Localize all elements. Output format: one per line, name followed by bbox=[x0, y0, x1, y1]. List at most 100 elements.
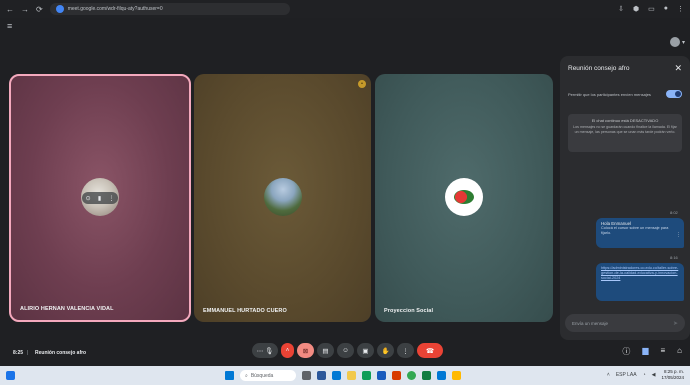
tile-hover-controls: ⊙ ▮ ⋮ bbox=[82, 192, 118, 204]
hamburger-menu-icon[interactable]: ≡ bbox=[7, 21, 12, 31]
excel-icon[interactable] bbox=[422, 371, 431, 380]
chat-panel-title: Reunión consejo afro bbox=[568, 65, 630, 72]
meeting-separator: | bbox=[27, 350, 29, 356]
chat-message[interactable]: https://administradores.co.edu.co/taller… bbox=[596, 263, 684, 301]
taskbar-search-label: Búsqueda bbox=[250, 372, 274, 379]
raise-hand-button[interactable]: ✋ bbox=[377, 343, 394, 358]
taskbar-search[interactable]: ⌕ Búsqueda bbox=[240, 370, 296, 381]
message-time: 8:16 bbox=[670, 255, 678, 260]
side-controls: ⓘ ▆ ≡ ⌂ bbox=[622, 346, 682, 357]
meeting-time: 8:25 bbox=[13, 350, 24, 356]
video-stage: ⊙ ▮ ⋮ ALIRIO HERNAN VALENCIA VIDAL • EMM… bbox=[0, 74, 560, 322]
allow-messages-row: Permitir que los participantes envíen me… bbox=[568, 90, 682, 98]
info-icon[interactable]: ⓘ bbox=[622, 346, 630, 357]
address-bar[interactable]: meet.google.com/wdr-filqu-aty?authuser=0 bbox=[49, 3, 290, 15]
kebab-menu-icon[interactable]: ⋮ bbox=[677, 5, 684, 13]
search-icon: ⌕ bbox=[245, 372, 248, 379]
wifi-icon[interactable]: ◔ bbox=[643, 372, 646, 378]
site-favicon-icon bbox=[55, 5, 64, 13]
edge-icon[interactable] bbox=[332, 371, 341, 380]
camera-options-button[interactable]: ˄ bbox=[281, 343, 294, 358]
meeting-name: Reunión consejo afro bbox=[35, 350, 87, 356]
widgets-icon[interactable] bbox=[6, 371, 15, 380]
camera-off-icon: ⊠ bbox=[302, 347, 309, 355]
microphone-button[interactable]: ⋯ 🎙 bbox=[252, 343, 278, 358]
allow-messages-label: Permitir que los participantes envíen me… bbox=[568, 91, 651, 97]
forward-icon[interactable]: → bbox=[21, 5, 29, 14]
chat-input[interactable]: Envía un mensaje ➤ bbox=[565, 314, 685, 332]
volume-icon[interactable]: ◀ bbox=[652, 372, 656, 378]
phone-hangup-icon: ☎ bbox=[425, 347, 435, 355]
sidepanel-icon[interactable]: ▭ bbox=[648, 5, 655, 13]
organization-logo bbox=[454, 190, 474, 204]
mute-icon[interactable]: ▮ bbox=[98, 195, 101, 202]
system-tray: ˄ ESP LAA ◔ ◀ 8:25 p. m. 17/05/2024 bbox=[607, 369, 684, 381]
chat-info-box: El chat continuo está DESACTIVADO Los me… bbox=[568, 114, 682, 152]
taskbar-apps: ⌕ Búsqueda bbox=[225, 370, 461, 381]
participant-tile[interactable]: ⊙ ▮ ⋮ ALIRIO HERNAN VALENCIA VIDAL bbox=[9, 74, 191, 322]
browser-extensions: ⇩ ⬢ ▭ ● ⋮ bbox=[618, 5, 684, 13]
puzzle-icon[interactable]: ⬢ bbox=[633, 5, 639, 13]
chat-icon[interactable]: ▆ bbox=[642, 346, 648, 357]
activities-icon[interactable]: ≡ bbox=[660, 346, 665, 357]
message-text: Colocá el cursor sobre un mensaje para f… bbox=[601, 226, 669, 235]
store-icon[interactable] bbox=[362, 371, 371, 380]
close-icon[interactable]: ✕ bbox=[674, 63, 682, 74]
profile-icon[interactable]: ● bbox=[664, 5, 668, 13]
send-icon[interactable]: ➤ bbox=[673, 320, 678, 327]
chat-message[interactable]: Hola Enmanuel Colocá el cursor sobre un … bbox=[596, 218, 684, 248]
emoji-icon: ☺ bbox=[342, 347, 349, 354]
present-icon: ▣ bbox=[362, 347, 369, 355]
participant-avatar bbox=[263, 178, 302, 216]
chevron-up-icon: ˄ bbox=[285, 347, 290, 354]
call-controls: ⋯ 🎙 ˄ ⊠ ▤ ☺ ▣ ✋ ⋮ ☎ bbox=[252, 343, 443, 358]
microphone-icon: ⋯ 🎙 bbox=[256, 347, 274, 355]
message-link[interactable]: https://administradores.co.edu.co/taller… bbox=[601, 266, 679, 282]
outlook-icon[interactable] bbox=[437, 371, 446, 380]
taskbar-clock[interactable]: 8:25 p. m. 17/05/2024 bbox=[661, 369, 684, 381]
camera-button[interactable]: ⊠ bbox=[297, 343, 314, 358]
participant-name: EMMANUEL HURTADO CUERO bbox=[203, 308, 287, 314]
clock-date: 17/05/2024 bbox=[661, 375, 684, 380]
back-icon[interactable]: ← bbox=[6, 5, 14, 14]
account-avatar bbox=[669, 37, 680, 47]
download-icon[interactable]: ⇩ bbox=[618, 5, 624, 13]
reactions-button[interactable]: ☺ bbox=[337, 343, 354, 358]
reload-icon[interactable]: ⟳ bbox=[36, 5, 43, 14]
os-taskbar: ⌕ Búsqueda ˄ ESP LAA ◔ ◀ 8:25 p. m. 17/0… bbox=[0, 366, 690, 385]
more-icon[interactable]: ⋮ bbox=[108, 195, 114, 202]
host-controls-icon[interactable]: ⌂ bbox=[677, 346, 682, 357]
chat-info-body: Los mensajes no se guardarán cuando fina… bbox=[573, 125, 677, 134]
speaking-indicator-icon: • bbox=[358, 80, 366, 88]
pin-icon[interactable]: ⊙ bbox=[86, 195, 91, 202]
tray-chevron-icon[interactable]: ˄ bbox=[607, 372, 610, 378]
allow-messages-toggle[interactable] bbox=[666, 90, 682, 98]
account-switcher[interactable]: ▾ bbox=[669, 37, 685, 47]
participant-name: Proyeccion Social bbox=[384, 308, 434, 314]
office-icon[interactable] bbox=[392, 371, 401, 380]
file-explorer-icon[interactable] bbox=[347, 371, 356, 380]
windows-start-icon[interactable] bbox=[225, 371, 234, 380]
chat-input-placeholder: Envía un mensaje bbox=[572, 320, 609, 326]
participant-tile[interactable]: • EMMANUEL HURTADO CUERO bbox=[194, 74, 371, 322]
chat-panel: Reunión consejo afro ✕ Permitir que los … bbox=[560, 56, 690, 340]
chevron-down-icon: ▾ bbox=[681, 39, 685, 46]
task-view-icon[interactable] bbox=[302, 371, 311, 380]
language-indicator[interactable]: ESP LAA bbox=[616, 372, 637, 378]
captions-icon: ▤ bbox=[322, 347, 329, 355]
teams-icon[interactable] bbox=[317, 371, 326, 380]
word-icon[interactable] bbox=[377, 371, 386, 380]
chat-info-title: El chat continuo está DESACTIVADO bbox=[591, 118, 659, 123]
leave-call-button[interactable]: ☎ bbox=[417, 343, 443, 358]
participant-avatar bbox=[445, 178, 483, 216]
photos-icon[interactable] bbox=[452, 371, 461, 380]
more-vert-icon[interactable]: ⋮ bbox=[676, 232, 681, 238]
present-button[interactable]: ▣ bbox=[357, 343, 374, 358]
hand-icon: ✋ bbox=[381, 347, 390, 355]
more-options-button[interactable]: ⋮ bbox=[397, 343, 414, 358]
captions-button[interactable]: ▤ bbox=[317, 343, 334, 358]
participant-name: ALIRIO HERNAN VALENCIA VIDAL bbox=[20, 306, 114, 312]
chrome-icon[interactable] bbox=[407, 371, 416, 380]
browser-toolbar: ← → ⟳ meet.google.com/wdr-filqu-aty?auth… bbox=[0, 0, 690, 18]
participant-tile[interactable]: Proyeccion Social bbox=[375, 74, 553, 322]
